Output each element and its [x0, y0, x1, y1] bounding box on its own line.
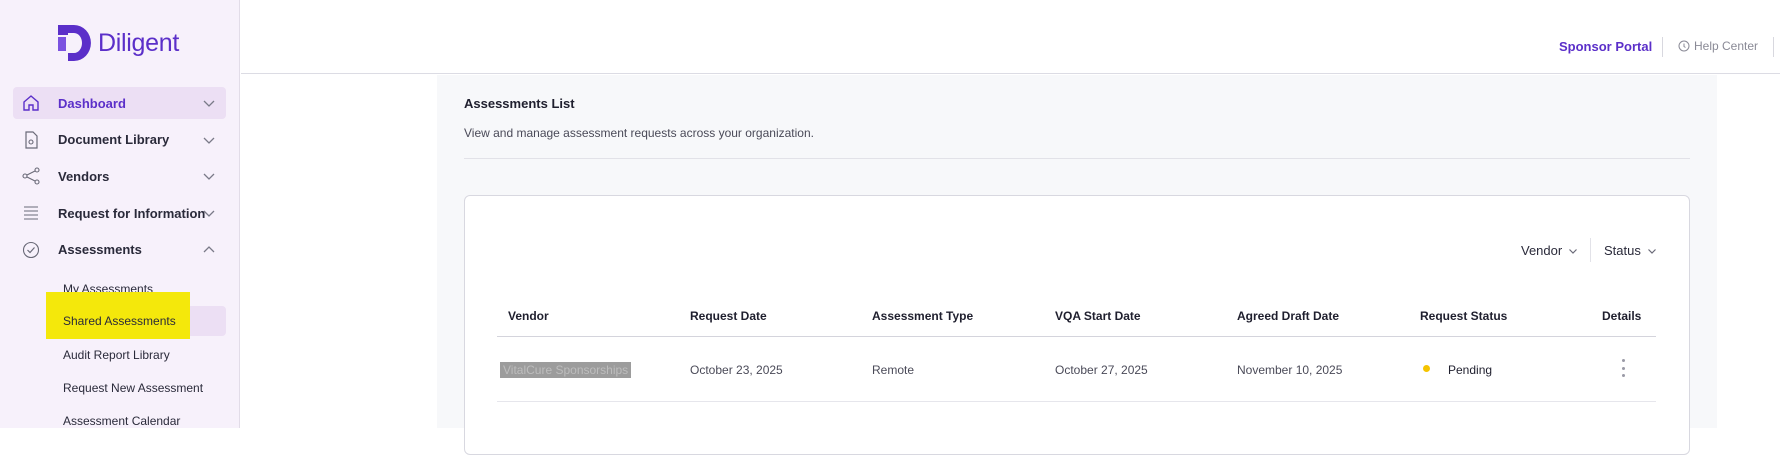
logo-text: Diligent [98, 28, 179, 57]
sidebar-item-label: Request for Information [58, 205, 206, 221]
chevron-down-icon [1569, 248, 1578, 254]
page-title: Assessments List [464, 96, 575, 111]
sidebar-item-dashboard[interactable]: Dashboard [13, 87, 226, 119]
assessments-card [464, 195, 1690, 455]
vqa-start-date-cell: October 27, 2025 [1055, 363, 1148, 377]
home-icon [21, 93, 41, 113]
sidebar-subitem-label: Shared Assessments [63, 314, 176, 328]
chevron-down-icon [1647, 248, 1656, 254]
sidebar-item-document-library[interactable]: Document Library [13, 124, 226, 156]
share-icon [21, 166, 41, 186]
sidebar-item-label: Assessments [58, 242, 142, 258]
document-icon [21, 130, 41, 150]
request-status-cell: Pending [1448, 363, 1493, 377]
table-header-divider [497, 336, 1656, 337]
vendor-cell[interactable]: VitalCure Sponsorships [500, 362, 632, 378]
filter-divider [1590, 238, 1591, 262]
check-circle-icon [21, 240, 41, 260]
topbar-divider [1773, 37, 1774, 57]
agreed-draft-date-cell: November 10, 2025 [1237, 363, 1343, 377]
active-subitem-bg [190, 306, 226, 336]
vendor-filter[interactable]: Vendor [1521, 243, 1578, 258]
sponsor-portal-link[interactable]: Sponsor Portal [1559, 39, 1652, 54]
sidebar-item-request-for-information[interactable]: Request for Information [13, 197, 226, 229]
column-header-details: Details [1602, 309, 1642, 323]
chevron-down-icon[interactable] [202, 133, 216, 147]
list-icon [21, 203, 41, 223]
table-row-divider [497, 401, 1656, 402]
topbar-divider [1662, 37, 1663, 57]
page-subtitle: View and manage assessment requests acro… [464, 126, 814, 140]
status-filter[interactable]: Status [1604, 243, 1657, 258]
request-date-cell: October 23, 2025 [690, 363, 783, 377]
top-bar: Sponsor Portal Help Center [241, 0, 1780, 74]
chevron-down-icon[interactable] [202, 206, 216, 220]
vendor-filter-label: Vendor [1521, 243, 1563, 258]
sidebar: Diligent Dashboard Document Library Vend… [0, 0, 240, 428]
column-header-request-status[interactable]: Request Status [1420, 309, 1507, 323]
sidebar-subitem-audit-report-library[interactable]: Audit Report Library [34, 340, 226, 370]
status-dot-icon [1423, 365, 1430, 372]
section-divider [464, 158, 1690, 159]
help-center-link[interactable]: Help Center [1678, 39, 1758, 53]
column-header-request-date[interactable]: Request Date [690, 309, 767, 323]
chevron-down-icon[interactable] [202, 96, 216, 110]
sidebar-item-vendors[interactable]: Vendors [13, 160, 226, 192]
chevron-down-icon[interactable] [202, 169, 216, 183]
sidebar-subitem-request-new-assessment[interactable]: Request New Assessment [34, 373, 226, 403]
help-center-label: Help Center [1694, 39, 1759, 53]
assessment-type-cell: Remote [872, 363, 915, 377]
status-filter-label: Status [1604, 243, 1641, 258]
sidebar-subitem-assessment-calendar[interactable]: Assessment Calendar [34, 406, 226, 436]
sidebar-nav: Dashboard Document Library Vendors Reque… [13, 87, 226, 270]
more-options-icon[interactable] [1620, 359, 1626, 377]
diligent-logo-icon [58, 25, 91, 61]
sidebar-item-label: Document Library [58, 132, 170, 148]
chevron-up-icon[interactable] [202, 243, 216, 257]
help-icon [1678, 40, 1690, 52]
column-header-assessment-type[interactable]: Assessment Type [872, 309, 973, 323]
column-header-vendor[interactable]: Vendor [508, 309, 549, 323]
diligent-logo[interactable]: Diligent [56, 22, 179, 64]
column-header-vqa-start-date[interactable]: VQA Start Date [1055, 309, 1141, 323]
sidebar-item-assessments[interactable]: Assessments [13, 234, 226, 266]
sidebar-item-label: Vendors [58, 168, 110, 184]
column-header-agreed-draft-date[interactable]: Agreed Draft Date [1237, 309, 1339, 323]
sidebar-item-label: Dashboard [58, 95, 126, 111]
